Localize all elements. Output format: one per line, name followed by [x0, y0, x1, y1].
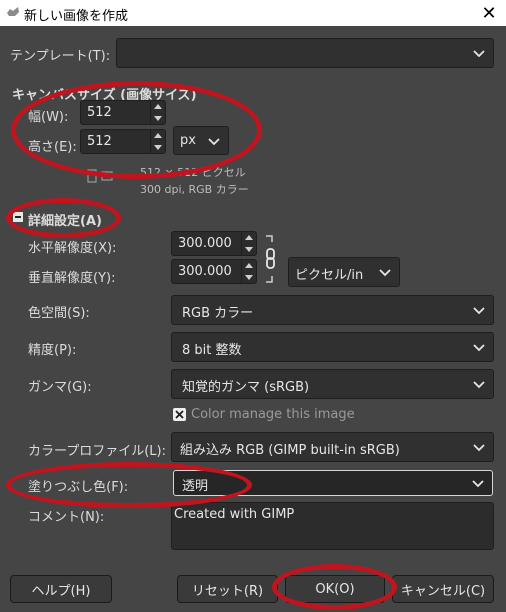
chevron-down-icon [473, 307, 485, 315]
title-bar: 新しい画像を作成 ✕ [0, 0, 506, 26]
yres-label: 垂直解像度(Y): [28, 271, 116, 286]
comment-input[interactable]: Created with GIMP [171, 502, 494, 550]
close-button[interactable]: ✕ [472, 0, 506, 26]
ok-button[interactable]: OK(O) [285, 575, 385, 603]
chevron-down-icon [472, 480, 484, 488]
chevron-down-icon [473, 444, 485, 452]
height-stepper[interactable] [150, 130, 165, 153]
chain-link-icon[interactable] [262, 234, 278, 284]
xres-label: 水平解像度(X): [28, 241, 117, 256]
advanced-header[interactable]: 詳細設定(A) [28, 210, 102, 229]
cancel-button[interactable]: キャンセル(C) [392, 575, 494, 603]
help-button[interactable]: ヘルプ(H) [10, 575, 112, 603]
color-manage-label[interactable]: Color manage this image [191, 407, 355, 422]
check-x-icon [175, 410, 184, 419]
yres-input[interactable]: 300.000 [171, 259, 257, 284]
resolution-info: 300 dpi, RGB カラー [140, 183, 249, 196]
chevron-down-icon [473, 381, 485, 389]
comment-value: Created with GIMP [174, 507, 295, 522]
size-info: 512 × 512 ピクセル [140, 166, 246, 179]
fill-label: 塗りつぶし色(F): [28, 480, 129, 495]
chevron-down-icon [473, 344, 485, 352]
template-label: テンプレート(T): [10, 49, 111, 64]
height-input[interactable]: 512 [80, 129, 166, 154]
precision-value: 8 bit 整数 [182, 343, 242, 358]
window-title: 新しい画像を作成 [24, 9, 129, 24]
width-value: 512 [87, 105, 112, 120]
xres-value: 300.000 [178, 236, 232, 251]
width-stepper[interactable] [150, 101, 165, 124]
xres-stepper[interactable] [241, 232, 256, 255]
gimp-app-icon [7, 7, 19, 16]
template-combo[interactable] [116, 38, 494, 68]
width-input[interactable]: 512 [80, 100, 166, 125]
portrait-landscape-icon[interactable] [86, 166, 114, 184]
res-unit-value: ピクセル/in [295, 268, 364, 283]
fill-value: 透明 [182, 479, 209, 494]
profile-value: 組み込み RGB (GIMP built-in sRGB) [180, 443, 400, 458]
profile-combo[interactable]: 組み込み RGB (GIMP built-in sRGB) [171, 432, 494, 462]
res-unit-combo[interactable]: ピクセル/in [288, 257, 400, 287]
yres-value: 300.000 [178, 264, 232, 279]
unit-combo[interactable]: px [173, 126, 229, 155]
unit-value: px [180, 133, 196, 148]
height-value: 512 [87, 134, 112, 149]
comment-label: コメント(N): [28, 510, 105, 525]
gamma-combo[interactable]: 知覚的ガンマ (sRGB) [171, 369, 494, 399]
gamma-value: 知覚的ガンマ (sRGB) [182, 380, 310, 395]
chevron-down-icon [379, 269, 391, 277]
precision-label: 精度(P): [28, 343, 77, 358]
height-label: 高さ(E): [28, 140, 77, 155]
xres-input[interactable]: 300.000 [171, 231, 257, 256]
collapse-icon[interactable] [13, 212, 23, 222]
precision-combo[interactable]: 8 bit 整数 [171, 332, 494, 362]
profile-label: カラープロファイル(L): [28, 444, 166, 459]
color-manage-checkbox[interactable] [173, 408, 186, 421]
yres-stepper[interactable] [241, 260, 256, 283]
reset-button[interactable]: リセット(R) [177, 575, 278, 603]
close-icon: ✕ [481, 2, 497, 24]
chevron-down-icon [473, 50, 485, 58]
fill-combo[interactable]: 透明 [173, 470, 493, 496]
width-label: 幅(W): [28, 110, 69, 125]
colorspace-label: 色空間(S): [28, 306, 90, 321]
chevron-down-icon [208, 137, 220, 145]
colorspace-combo[interactable]: RGB カラー [171, 295, 494, 325]
gamma-label: ガンマ(G): [28, 380, 92, 395]
colorspace-value: RGB カラー [182, 306, 254, 321]
